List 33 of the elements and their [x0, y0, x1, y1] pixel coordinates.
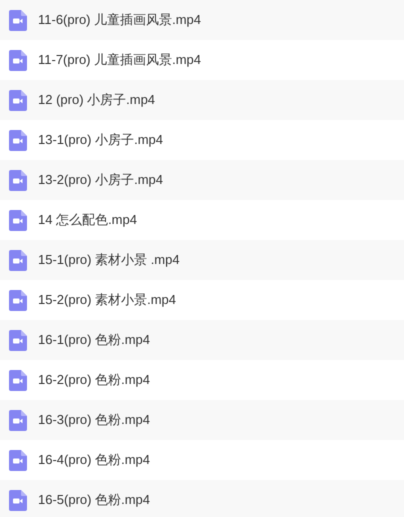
file-row[interactable]: 16-1(pro) 色粉.mp4: [0, 320, 404, 360]
file-name: 11-6(pro) 儿童插画风景.mp4: [38, 11, 202, 30]
file-name: 11-7(pro) 儿童插画风景.mp4: [38, 51, 202, 70]
video-file-icon: [9, 490, 27, 510]
video-file-icon: [9, 210, 27, 230]
video-file-icon: [9, 410, 27, 430]
file-name: 15-2(pro) 素材小景.mp4: [38, 291, 176, 310]
file-name: 16-1(pro) 色粉.mp4: [38, 331, 150, 350]
video-file-icon: [9, 370, 27, 390]
file-name: 12 (pro) 小房子.mp4: [38, 91, 156, 110]
file-name: 16-4(pro) 色粉.mp4: [38, 451, 150, 470]
file-name: 14 怎么配色.mp4: [38, 211, 137, 230]
video-file-icon: [9, 330, 27, 350]
video-file-icon: [9, 90, 27, 110]
file-row[interactable]: 15-1(pro) 素材小景 .mp4: [0, 240, 404, 280]
file-name: 15-1(pro) 素材小景 .mp4: [38, 251, 180, 270]
file-name: 16-2(pro) 色粉.mp4: [38, 371, 150, 390]
file-row[interactable]: 16-5(pro) 色粉.mp4: [0, 480, 404, 517]
file-row[interactable]: 11-6(pro) 儿童插画风景.mp4: [0, 0, 404, 40]
video-file-icon: [9, 50, 27, 70]
video-file-icon: [9, 450, 27, 470]
file-name: 13-1(pro) 小房子.mp4: [38, 131, 163, 150]
video-file-icon: [9, 10, 27, 30]
file-name: 13-2(pro) 小房子.mp4: [38, 171, 163, 190]
video-file-icon: [9, 170, 27, 190]
video-file-icon: [9, 290, 27, 310]
file-row[interactable]: 12 (pro) 小房子.mp4: [0, 80, 404, 120]
video-file-icon: [9, 250, 27, 270]
file-row[interactable]: 13-2(pro) 小房子.mp4: [0, 160, 404, 200]
file-name: 16-3(pro) 色粉.mp4: [38, 411, 150, 430]
video-file-icon: [9, 130, 27, 150]
file-row[interactable]: 16-3(pro) 色粉.mp4: [0, 400, 404, 440]
file-name: 16-5(pro) 色粉.mp4: [38, 491, 150, 510]
